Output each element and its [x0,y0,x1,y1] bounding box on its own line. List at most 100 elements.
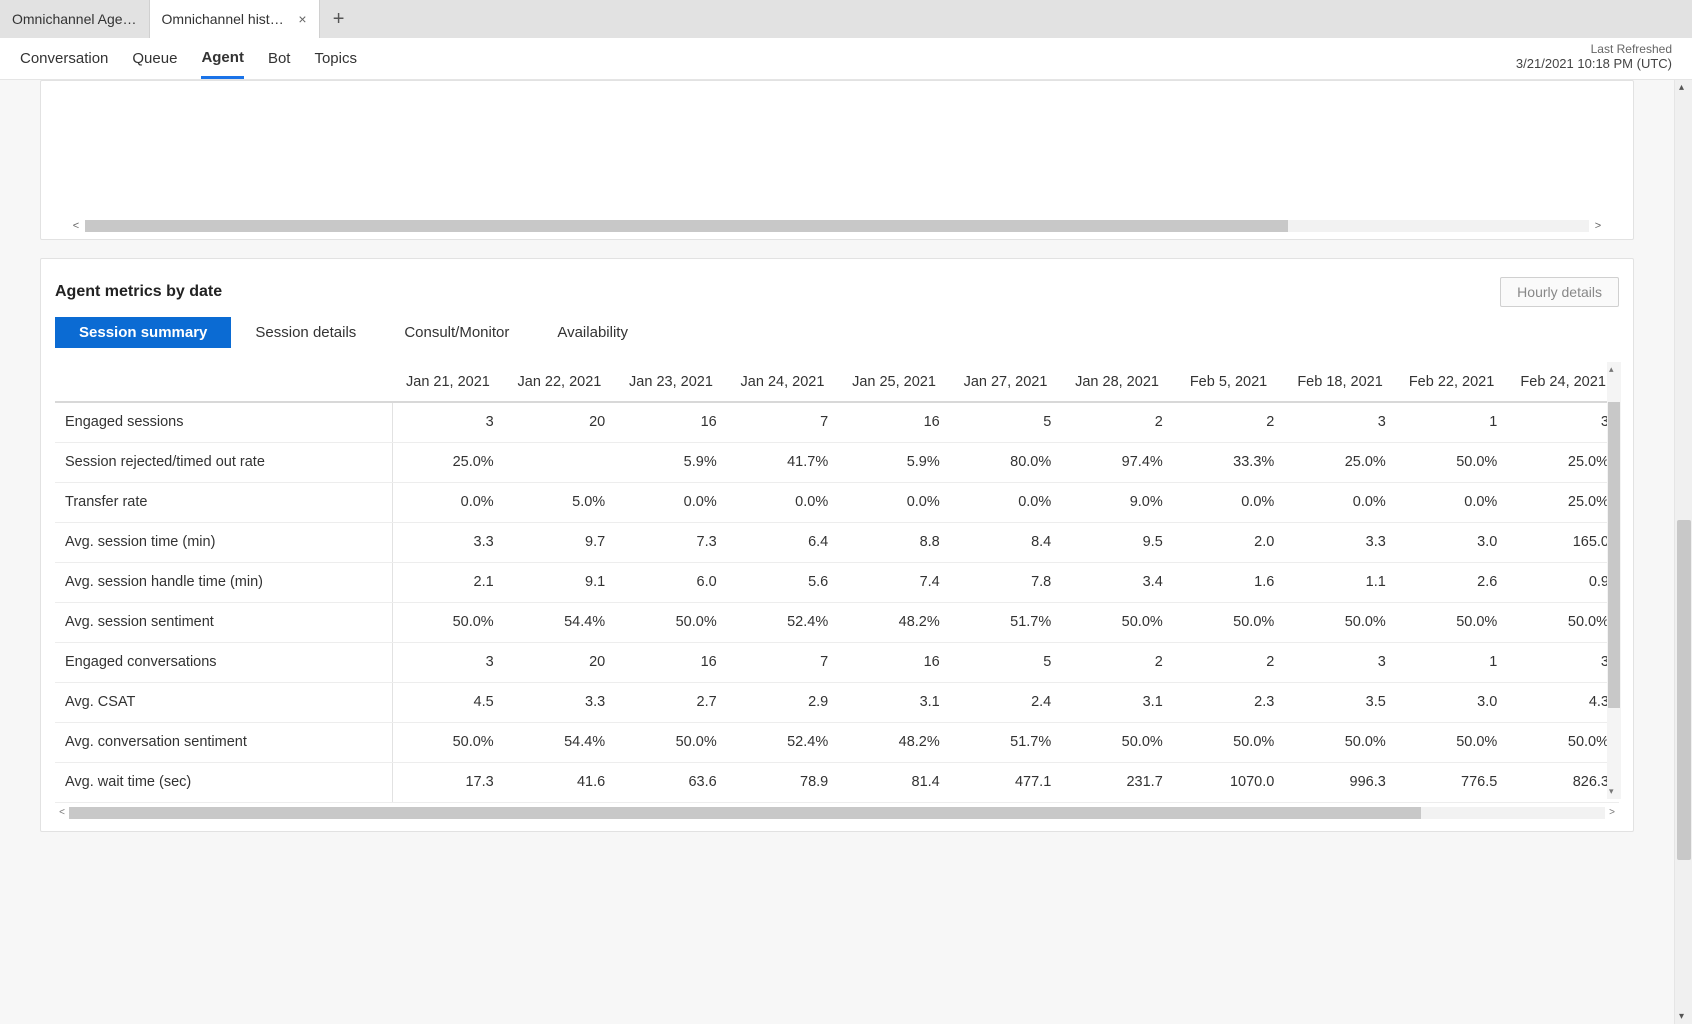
cell: 7 [727,642,839,682]
scroll-down-icon[interactable]: ▾ [1679,1011,1684,1022]
scroll-right-icon[interactable]: > [1591,220,1605,232]
cell: 5 [950,642,1062,682]
col-header[interactable]: Feb 18, 2021 [1284,362,1396,402]
row-label: Avg. session time (min) [55,522,392,562]
content-column: < > Agent metrics by date Hourly details… [0,80,1674,1024]
cell: 0.0% [392,482,504,522]
page-vscroll-thumb[interactable] [1677,520,1691,860]
cell: 2 [1173,642,1285,682]
cell: 3.3 [1284,522,1396,562]
cell: 5.0% [504,482,616,522]
upper-card-hscroll[interactable]: < > [69,219,1605,233]
row-label: Avg. CSAT [55,682,392,722]
cell: 0.0% [1173,482,1285,522]
col-header[interactable]: Feb 22, 2021 [1396,362,1508,402]
cell: 3 [1507,642,1619,682]
col-header[interactable]: Jan 25, 2021 [838,362,950,402]
nav-conversation[interactable]: Conversation [20,40,108,77]
cell: 0.0% [727,482,839,522]
cell: 3 [1507,402,1619,442]
cell: 20 [504,642,616,682]
page-vscroll[interactable]: ▴ ▾ [1674,80,1692,1024]
tab-omnichannel-historical[interactable]: Omnichannel historical an… × [150,0,320,38]
nav-agent[interactable]: Agent [201,39,244,79]
cell: 2.7 [615,682,727,722]
hscroll-track[interactable] [85,220,1589,232]
cell: 3.3 [504,682,616,722]
metrics-header: Agent metrics by date Hourly details [55,277,1619,307]
cell: 3.4 [1061,562,1173,602]
nav-queue[interactable]: Queue [132,40,177,77]
close-icon[interactable]: × [298,11,306,27]
scroll-down-icon[interactable]: ▾ [1609,786,1614,797]
cell: 50.0% [1396,722,1508,762]
cell: 50.0% [1061,722,1173,762]
cell: 776.5 [1396,762,1508,802]
table-header-row: Jan 21, 2021 Jan 22, 2021 Jan 23, 2021 J… [55,362,1619,402]
new-tab-button[interactable]: + [320,0,358,38]
scroll-left-icon[interactable]: < [69,220,83,232]
metrics-table: Jan 21, 2021 Jan 22, 2021 Jan 23, 2021 J… [55,362,1619,803]
col-header[interactable]: Jan 24, 2021 [727,362,839,402]
cell: 9.7 [504,522,616,562]
cell: 3 [1284,402,1396,442]
inner-tab-availability[interactable]: Availability [533,317,652,348]
col-header[interactable]: Jan 28, 2021 [1061,362,1173,402]
scroll-up-icon[interactable]: ▴ [1679,82,1684,93]
last-refreshed: Last Refreshed 3/21/2021 10:18 PM (UTC) [1516,42,1672,71]
col-header[interactable]: Jan 23, 2021 [615,362,727,402]
cell: 8.4 [950,522,1062,562]
col-header[interactable]: Jan 22, 2021 [504,362,616,402]
scroll-left-icon[interactable]: < [55,807,69,818]
hscroll-track[interactable] [69,807,1605,819]
scroll-up-icon[interactable]: ▴ [1609,364,1614,375]
cell: 16 [838,642,950,682]
inner-tab-session-summary[interactable]: Session summary [55,317,231,348]
inner-tab-session-details[interactable]: Session details [231,317,380,348]
cell: 0.0% [615,482,727,522]
hscroll-thumb[interactable] [85,220,1288,232]
table-row: Avg. wait time (sec)17.341.663.678.981.4… [55,762,1619,802]
inner-tab-consult-monitor[interactable]: Consult/Monitor [380,317,533,348]
col-header[interactable]: Jan 27, 2021 [950,362,1062,402]
last-refreshed-value: 3/21/2021 10:18 PM (UTC) [1516,56,1672,71]
cell: 996.3 [1284,762,1396,802]
table-row: Session rejected/timed out rate25.0%5.9%… [55,442,1619,482]
vscroll-thumb[interactable] [1608,402,1620,708]
row-label: Avg. session sentiment [55,602,392,642]
cell: 2 [1061,402,1173,442]
cell: 33.3% [1173,442,1285,482]
cell: 3 [392,642,504,682]
cell: 3.0 [1396,682,1508,722]
nav-bot[interactable]: Bot [268,40,291,77]
cell: 51.7% [950,722,1062,762]
cell: 48.2% [838,602,950,642]
cell: 50.0% [1396,442,1508,482]
cell: 3.0 [1396,522,1508,562]
cell: 3 [1284,642,1396,682]
tab-omnichannel-agent[interactable]: Omnichannel Age… [0,0,150,38]
cell: 52.4% [727,602,839,642]
cell: 78.9 [727,762,839,802]
hscroll-thumb[interactable] [69,807,1421,819]
nav-topics[interactable]: Topics [314,40,357,77]
scroll-right-icon[interactable]: > [1605,807,1619,818]
cell: 54.4% [504,722,616,762]
col-header[interactable]: Feb 24, 2021 [1507,362,1619,402]
col-header[interactable]: Jan 21, 2021 [392,362,504,402]
hourly-details-button[interactable]: Hourly details [1500,277,1619,307]
table-hscroll[interactable]: < > [55,805,1619,821]
table-vscroll[interactable]: ▴ ▾ [1607,362,1621,799]
table-row: Avg. session handle time (min)2.19.16.05… [55,562,1619,602]
cell: 6.4 [727,522,839,562]
header-blank [55,362,392,402]
cell: 9.5 [1061,522,1173,562]
col-header[interactable]: Feb 5, 2021 [1173,362,1285,402]
cell: 50.0% [1507,722,1619,762]
cell: 0.0% [838,482,950,522]
cell: 5 [950,402,1062,442]
table-row: Transfer rate0.0%5.0%0.0%0.0%0.0%0.0%9.0… [55,482,1619,522]
metrics-table-wrap: Jan 21, 2021 Jan 22, 2021 Jan 23, 2021 J… [55,362,1619,821]
cell: 50.0% [615,602,727,642]
cell: 52.4% [727,722,839,762]
